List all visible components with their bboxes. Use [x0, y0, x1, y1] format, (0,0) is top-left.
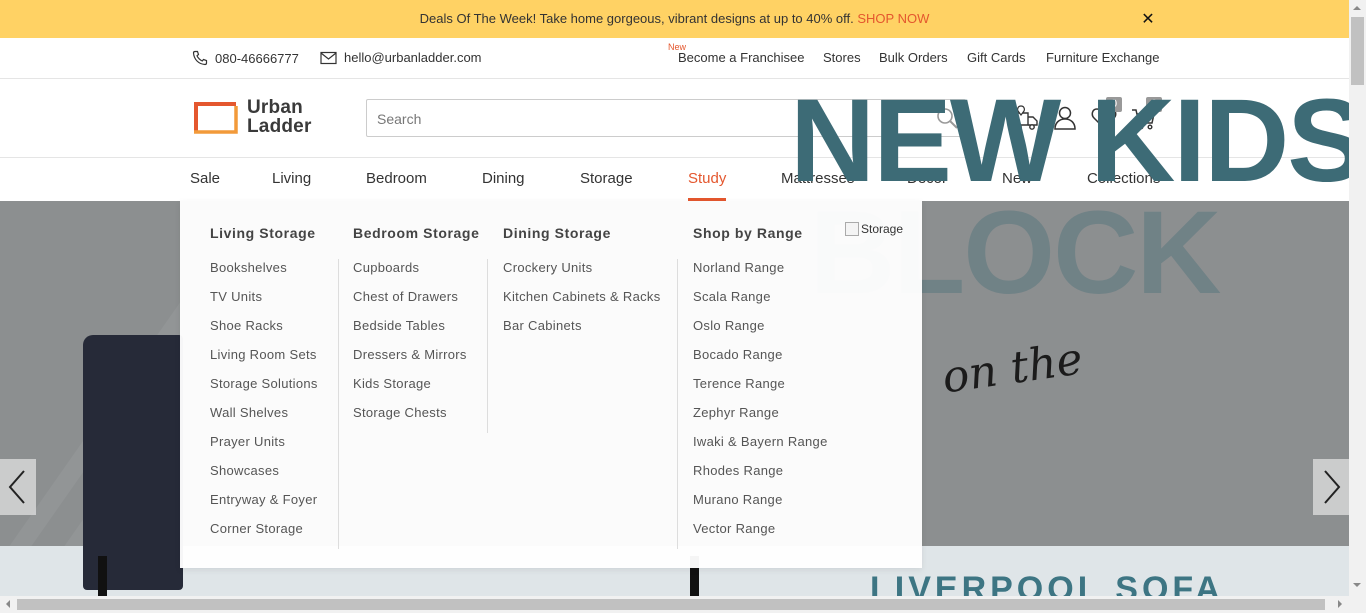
nav-tab-bedroom[interactable]: Bedroom [366, 170, 427, 187]
study-mega-menu: Living Storage Bookshelves TV Units Shoe… [180, 201, 922, 568]
menu-item[interactable]: Zephyr Range [693, 405, 828, 434]
carousel-prev-button[interactable] [0, 459, 36, 515]
menu-column-dining-storage: Dining Storage Crockery Units Kitchen Ca… [503, 225, 661, 347]
menu-item[interactable]: Crockery Units [503, 260, 661, 289]
vertical-scrollbar[interactable] [1349, 0, 1366, 613]
menu-item[interactable]: Cupboards [353, 260, 479, 289]
menu-item[interactable]: Bedside Tables [353, 318, 479, 347]
menu-item[interactable]: Kitchen Cabinets & Racks [503, 289, 661, 318]
sofa-leg [98, 556, 107, 596]
gift-cards-link[interactable]: Gift Cards [967, 50, 1026, 65]
carousel-next-button[interactable] [1313, 459, 1349, 515]
chevron-left-icon [8, 470, 25, 504]
email-contact[interactable]: hello@urbanladder.com [320, 50, 482, 65]
nav-tab-sale[interactable]: Sale [190, 170, 220, 187]
nav-tab-study[interactable]: Study [688, 170, 726, 187]
phone-icon [192, 50, 208, 66]
menu-item[interactable]: Kids Storage [353, 376, 479, 405]
menu-item[interactable]: Oslo Range [693, 318, 828, 347]
menu-item[interactable]: Living Room Sets [210, 347, 318, 376]
menu-heading[interactable]: Bedroom Storage [353, 225, 479, 242]
hero-headline-line-1: NEW KIDS [790, 75, 1366, 207]
menu-item[interactable]: Storage Chests [353, 405, 479, 434]
menu-item[interactable]: Vector Range [693, 521, 828, 550]
menu-item[interactable]: Chest of Drawers [353, 289, 479, 318]
logo-mark-icon [191, 99, 239, 135]
menu-column-bedroom-storage: Bedroom Storage Cupboards Chest of Drawe… [353, 225, 479, 434]
menu-item[interactable]: Wall Shelves [210, 405, 318, 434]
urban-ladder-logo[interactable]: Urban Ladder [191, 97, 331, 137]
menu-item[interactable]: Shoe Racks [210, 318, 318, 347]
phone-number: 080-46666777 [215, 50, 299, 66]
nav-tab-storage[interactable]: Storage [580, 170, 633, 187]
nav-tab-dining[interactable]: Dining [482, 170, 525, 187]
top-bar: 080-46666777 hello@urbanladder.com New B… [0, 38, 1349, 79]
chevron-right-icon [1324, 470, 1341, 504]
scroll-left-arrow-icon[interactable] [2, 600, 10, 608]
logo-wordmark: Urban Ladder [247, 98, 312, 136]
nav-tab-living[interactable]: Living [272, 170, 311, 187]
menu-item[interactable]: Murano Range [693, 492, 828, 521]
mail-icon [320, 51, 337, 64]
menu-heading[interactable]: Dining Storage [503, 225, 661, 242]
scroll-right-arrow-icon[interactable] [1338, 600, 1346, 608]
become-franchisee-link[interactable]: Become a Franchisee [678, 50, 804, 65]
close-promo-button[interactable]: ✕ [1140, 9, 1156, 28]
sofa-image [83, 335, 183, 590]
vertical-scroll-thumb[interactable] [1351, 17, 1364, 85]
menu-item[interactable]: Prayer Units [210, 434, 318, 463]
menu-item[interactable]: Bar Cabinets [503, 318, 661, 347]
logo-line-1: Urban [247, 97, 303, 118]
shop-now-link[interactable]: SHOP NOW [857, 11, 929, 26]
menu-item[interactable]: Norland Range [693, 260, 828, 289]
menu-item[interactable]: Scala Range [693, 289, 828, 318]
broken-image-icon [845, 222, 859, 236]
menu-heading[interactable]: Shop by Range [693, 225, 828, 242]
column-divider [677, 259, 678, 549]
scroll-up-arrow-icon[interactable] [1353, 2, 1361, 10]
email-address: hello@urbanladder.com [344, 50, 482, 65]
horizontal-scrollbar[interactable] [0, 596, 1349, 613]
menu-promo-image[interactable]: Storage [845, 222, 903, 236]
column-divider [487, 259, 488, 433]
menu-item[interactable]: Storage Solutions [210, 376, 318, 405]
menu-column-living-storage: Living Storage Bookshelves TV Units Shoe… [210, 225, 318, 550]
column-divider [338, 259, 339, 549]
menu-item[interactable]: Bookshelves [210, 260, 318, 289]
promo-text: Deals Of The Week! Take home gorgeous, v… [419, 11, 858, 26]
phone-contact[interactable]: 080-46666777 [192, 50, 299, 66]
menu-item[interactable]: Terence Range [693, 376, 828, 405]
menu-item[interactable]: TV Units [210, 289, 318, 318]
stores-link[interactable]: Stores [823, 50, 861, 65]
bulk-orders-link[interactable]: Bulk Orders [879, 50, 948, 65]
promo-bar: Deals Of The Week! Take home gorgeous, v… [0, 0, 1349, 38]
menu-item[interactable]: Iwaki & Bayern Range [693, 434, 828, 463]
menu-item[interactable]: Rhodes Range [693, 463, 828, 492]
menu-item[interactable]: Corner Storage [210, 521, 318, 550]
scroll-down-arrow-icon[interactable] [1353, 583, 1361, 591]
menu-item[interactable]: Showcases [210, 463, 318, 492]
furniture-exchange-link[interactable]: Furniture Exchange [1046, 50, 1159, 65]
logo-line-2: Ladder [247, 116, 312, 137]
menu-heading[interactable]: Living Storage [210, 225, 318, 242]
horizontal-scroll-thumb[interactable] [17, 599, 1325, 610]
image-alt-text: Storage [861, 222, 904, 236]
menu-item[interactable]: Dressers & Mirrors [353, 347, 479, 376]
menu-item[interactable]: Entryway & Foyer [210, 492, 318, 521]
menu-column-shop-by-range: Shop by Range Norland Range Scala Range … [693, 225, 828, 550]
menu-item[interactable]: Bocado Range [693, 347, 828, 376]
